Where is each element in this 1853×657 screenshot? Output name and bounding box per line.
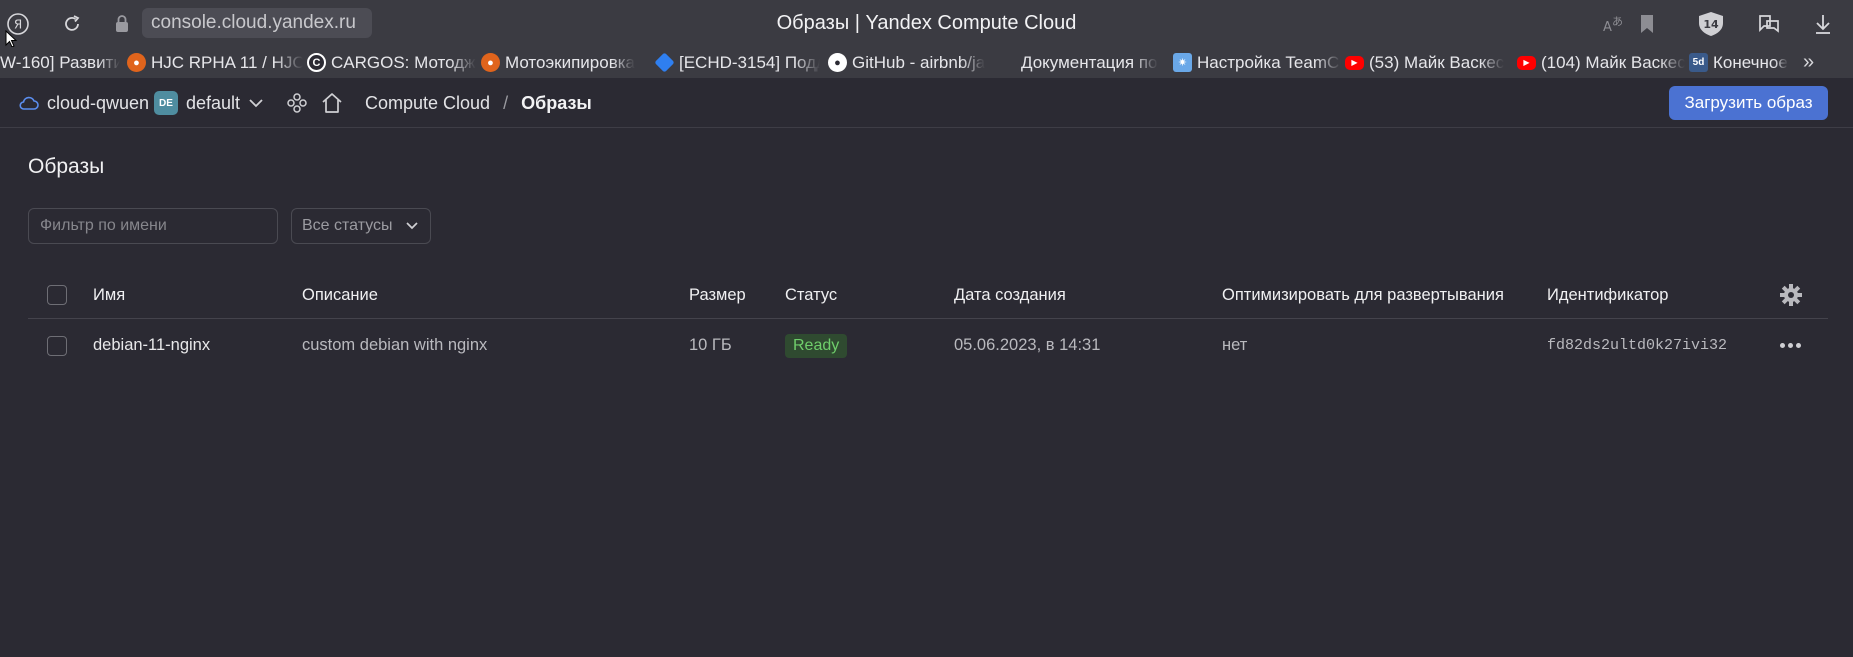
address-bar[interactable]: console.cloud.yandex.ru	[142, 8, 372, 38]
cloud-selector[interactable]: cloud-qwuen	[19, 78, 149, 128]
cargos-c-icon: C	[307, 53, 326, 72]
bookmark-item[interactable]: Документация по	[997, 47, 1167, 78]
select-all-checkbox-cell	[47, 272, 67, 318]
teamcity-icon: ✷	[1173, 53, 1192, 72]
column-header-optimize[interactable]: Оптимизировать для развертывания	[1222, 272, 1504, 318]
bookmark-label: CARGOS: Мотодж	[331, 52, 476, 72]
upload-image-button[interactable]: Загрузить образ	[1669, 86, 1828, 120]
chevron-down-icon	[249, 99, 263, 108]
image-created-date: 05.06.2023, в 14:31	[954, 336, 1101, 354]
image-id: fd82ds2ultd0k27ivi32	[1547, 337, 1728, 354]
bookmark-item[interactable]: ▶ (104) Майк Васкес	[1517, 47, 1685, 78]
browser-titlebar: Я console.cloud.yandex.ru Образы | Yande…	[0, 0, 1853, 48]
services-icon[interactable]	[286, 78, 308, 128]
bookmark-item[interactable]: W-160] Развити	[0, 47, 120, 78]
folder-name: default	[186, 92, 241, 113]
protect-shield-icon[interactable]: 14	[1696, 11, 1726, 37]
row-actions-more-icon[interactable]	[1780, 320, 1801, 371]
jira-diamond-icon	[655, 52, 675, 73]
mouse-cursor-icon	[5, 30, 19, 48]
breadcrumb-service[interactable]: Compute Cloud	[365, 93, 490, 114]
bookmark-icon[interactable]	[1634, 11, 1660, 37]
bookmark-label: GitHub - airbnb/ja	[852, 52, 986, 72]
cloud-icon	[19, 96, 39, 110]
image-optimize: нет	[1222, 336, 1248, 354]
svg-text:あ: あ	[1612, 15, 1623, 28]
bookmark-item[interactable]: 5d Конечное	[1689, 47, 1795, 78]
select-all-checkbox[interactable]	[47, 285, 67, 305]
bookmark-label: Мотоэкипировка	[505, 52, 635, 72]
bookmark-label: Конечное	[1713, 52, 1788, 72]
bookmark-item[interactable]: ▶ (53) Майк Васкес	[1345, 47, 1513, 78]
bookmark-item[interactable]: ● GitHub - airbnb/ja	[828, 47, 993, 78]
console-header: cloud-qwuen DE default Compute Cloud / О…	[0, 78, 1853, 128]
bookmark-item[interactable]: [ECHD-3154] Подд	[655, 47, 820, 78]
bookmark-label: W-160] Развити	[0, 52, 120, 72]
bookmark-label: Настройка TeamCi	[1197, 52, 1341, 72]
status-filter-select[interactable]: Все статусы	[291, 208, 431, 244]
status-badge: Ready	[785, 333, 848, 358]
bookmark-item[interactable]: ● HJC RPHA 11 / HJC	[127, 47, 303, 78]
download-icon[interactable]	[1810, 11, 1836, 37]
column-header-id[interactable]: Идентификатор	[1547, 272, 1668, 318]
lock-icon[interactable]	[109, 11, 135, 37]
bookmark-label: (53) Майк Васкес	[1369, 52, 1505, 72]
image-size: 10 ГБ	[689, 336, 732, 354]
name-filter-input[interactable]	[28, 208, 278, 244]
bookmark-label: HJC RPHA 11 / HJC	[151, 52, 303, 72]
bookmark-item[interactable]: C CARGOS: Мотодж	[307, 47, 477, 78]
microsoft-icon	[997, 53, 1016, 72]
table-row[interactable]: debian-11-nginx custom debian with nginx…	[28, 320, 1828, 371]
column-header-description[interactable]: Описание	[302, 272, 378, 318]
chevron-down-icon	[406, 222, 418, 230]
image-name[interactable]: debian-11-nginx	[93, 320, 210, 371]
row-checkbox-cell	[47, 320, 67, 371]
status-filter-value: Все статусы	[302, 217, 393, 234]
motorbike-icon: ●	[127, 53, 146, 72]
bookmark-item[interactable]: ✷ Настройка TeamCi	[1173, 47, 1341, 78]
folder-selector[interactable]: DE default	[154, 78, 264, 128]
table-header: Имя Описание Размер Статус Дата создания…	[28, 272, 1828, 319]
reload-icon[interactable]	[59, 11, 85, 37]
breadcrumb-separator: /	[503, 92, 509, 113]
column-header-created[interactable]: Дата создания	[954, 272, 1066, 318]
youtube-icon: ▶	[1345, 55, 1364, 70]
github-icon: ●	[828, 53, 847, 72]
reviews-icon[interactable]	[1756, 11, 1782, 37]
cloud-name: cloud-qwuen	[47, 92, 150, 113]
home-icon[interactable]	[321, 78, 343, 128]
row-checkbox[interactable]	[47, 335, 67, 356]
bookmark-item[interactable]: ● Мотоэкипировка	[481, 47, 651, 78]
5d-icon: 5d	[1689, 53, 1708, 72]
folder-badge: DE	[154, 91, 178, 115]
bookmark-label: (104) Майк Васкес	[1541, 52, 1685, 72]
breadcrumb-current: Образы	[521, 92, 592, 113]
column-header-name[interactable]: Имя	[93, 272, 125, 318]
bookmark-label: [ECHD-3154] Подд	[679, 52, 820, 72]
translate-icon[interactable]: Aあ	[1600, 11, 1626, 37]
page-title: Образы	[28, 155, 105, 178]
more-bookmarks-icon[interactable]: »	[1803, 47, 1814, 78]
breadcrumb: Compute Cloud / Образы	[365, 78, 592, 128]
motorbike-icon: ●	[481, 53, 500, 72]
svg-text:A: A	[1603, 20, 1612, 34]
table-settings-gear-icon[interactable]	[1779, 272, 1803, 318]
bookmarks-bar: W-160] Развити ● HJC RPHA 11 / HJC C CARGO…	[0, 47, 1853, 78]
column-header-size[interactable]: Размер	[689, 272, 746, 318]
status-cell: Ready	[785, 320, 848, 371]
youtube-icon: ▶	[1517, 55, 1536, 70]
svg-text:14: 14	[1703, 18, 1719, 31]
column-header-status[interactable]: Статус	[785, 272, 837, 318]
image-description: custom debian with nginx	[302, 336, 488, 354]
bookmark-label: Документация по	[1021, 52, 1158, 72]
